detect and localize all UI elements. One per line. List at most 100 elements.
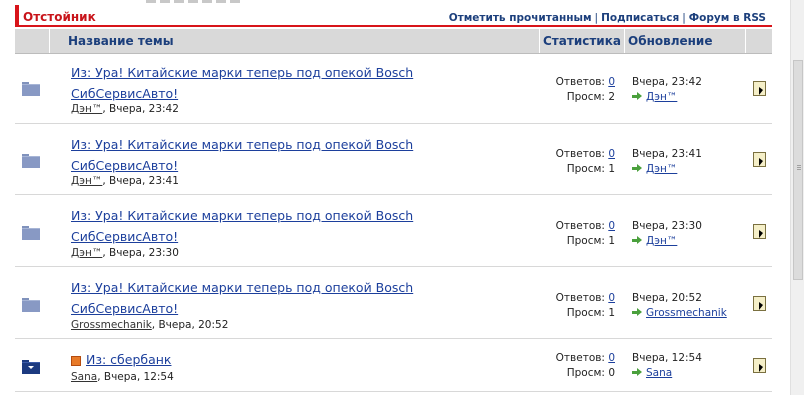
vertical-scrollbar[interactable] (790, 0, 804, 395)
topic-row: Из: Ура! Китайские марки теперь под опек… (15, 267, 772, 339)
topic-title-line: Из: Ура! Китайские марки теперь под опек… (71, 137, 414, 152)
replies-label: Ответов: (555, 220, 605, 232)
top-strip-dash (188, 0, 198, 3)
last-update-time: Вчера, 23:41 (632, 148, 702, 160)
replies-count-link[interactable]: 0 (608, 76, 615, 88)
last-post-author-link[interactable]: Дэн™ (646, 163, 677, 175)
topic-date: , Вчера, 23:41 (102, 175, 179, 187)
topic-meta: Sana, Вчера, 12:54 (71, 371, 174, 383)
header-links: Отметить прочитанным | Подписаться | Форум в… (449, 12, 766, 24)
topic-title-line: Из: Ура! Китайские марки теперь под опек… (71, 280, 414, 295)
topic-title-line: СибСервисАвто! (71, 86, 179, 101)
topic-title-link[interactable]: Из: сбербанк (71, 349, 451, 370)
last-update: Вчера, 23:42 Дэн™ (632, 75, 702, 105)
last-update: Вчера, 23:30 Дэн™ (632, 219, 702, 249)
link-separator: | (594, 12, 599, 24)
column-topic-label: Название темы (68, 34, 174, 48)
topic-title-line: Из: Ура! Китайские марки теперь под опек… (71, 65, 414, 80)
topic-author-link[interactable]: Дэн™ (71, 103, 102, 115)
topic-title-link[interactable]: Из: Ура! Китайские марки теперь под опек… (71, 277, 451, 319)
topic-stats: Ответов: 0 Просм: 0 (556, 351, 615, 381)
folder-icon (22, 226, 40, 240)
topic-preview-icon[interactable] (753, 296, 766, 311)
folder-new-icon (22, 360, 40, 374)
replies-label: Ответов: (555, 292, 605, 304)
topic-title-line: Из: Ура! Китайские марки теперь под опек… (71, 208, 414, 223)
last-post-author-link[interactable]: Дэн™ (646, 235, 677, 247)
views-label: Просм: (566, 91, 605, 103)
folder-icon (22, 82, 40, 96)
replies-label: Ответов: (555, 148, 605, 160)
views-count: 1 (608, 235, 615, 247)
topic-preview-icon[interactable] (753, 224, 766, 239)
topic-stats: Ответов: 0 Просм: 1 (556, 219, 615, 249)
views-count: 0 (608, 367, 615, 379)
top-strip-dash (174, 0, 184, 3)
go-to-last-post-icon[interactable] (632, 308, 642, 317)
views-label: Просм: (566, 307, 605, 319)
scrollbar-thumb[interactable] (793, 60, 803, 280)
go-to-last-post-icon[interactable] (632, 164, 642, 173)
column-update-label: Обновление (628, 34, 713, 48)
column-header-stats: Статистика (539, 29, 624, 53)
last-post-author-link[interactable]: Дэн™ (646, 91, 677, 103)
replies-label: Ответов: (555, 76, 605, 88)
column-header-preview (745, 29, 773, 53)
last-post-author-link[interactable]: Grossmechanik (646, 307, 727, 319)
topic-author-link[interactable]: Sana (71, 371, 97, 383)
forum-header: Отстойник Отметить прочитанным | Подписать… (0, 5, 790, 27)
go-to-last-post-icon[interactable] (632, 236, 642, 245)
views-label: Просм: (566, 367, 605, 379)
replies-count-link[interactable]: 0 (608, 292, 615, 304)
replies-count-link[interactable]: 0 (608, 148, 615, 160)
topic-title-line: СибСервисАвто! (71, 158, 179, 173)
hot-topic-icon (71, 355, 81, 366)
subscribe-link[interactable]: Подписаться (601, 12, 679, 24)
topic-title-link[interactable]: Из: Ура! Китайские марки теперь под опек… (71, 134, 451, 176)
last-update: Вчера, 20:52 Grossmechanik (632, 291, 727, 321)
folder-icon (22, 298, 40, 312)
replies-label: Ответов: (555, 352, 605, 364)
topic-row: Из: Ура! Китайские марки теперь под опек… (15, 54, 772, 124)
forum-title: Отстойник (23, 10, 96, 24)
replies-count-link[interactable]: 0 (608, 220, 615, 232)
topic-date: , Вчера, 12:54 (97, 371, 174, 383)
top-strip-dash (146, 0, 156, 3)
last-update-time: Вчера, 23:42 (632, 76, 702, 88)
column-header-row: Название темы Статистика Обновление (15, 29, 772, 54)
topic-title-link[interactable]: Из: Ура! Китайские марки теперь под опек… (71, 205, 451, 247)
views-count: 1 (608, 163, 615, 175)
rss-link[interactable]: Форум в RSS (689, 12, 766, 24)
topic-preview-icon[interactable] (753, 358, 766, 373)
replies-count-link[interactable]: 0 (608, 352, 615, 364)
scrollbar-grip (797, 169, 801, 170)
topic-author-link[interactable]: Дэн™ (71, 175, 102, 187)
topic-date: , Вчера, 23:42 (102, 103, 179, 115)
scrollbar-grip (797, 165, 801, 166)
top-strip-dash (230, 0, 240, 3)
go-to-last-post-icon[interactable] (632, 92, 642, 101)
topic-author-link[interactable]: Дэн™ (71, 247, 102, 259)
header-rule (15, 25, 772, 27)
mark-read-link[interactable]: Отметить прочитанным (449, 12, 592, 24)
topic-author-link[interactable]: Grossmechanik (71, 319, 152, 331)
column-header-update: Обновление (624, 29, 745, 53)
last-update-time: Вчера, 23:30 (632, 220, 702, 232)
go-to-last-post-icon[interactable] (632, 368, 642, 377)
topic-meta: Дэн™, Вчера, 23:42 (71, 103, 179, 115)
topic-date: , Вчера, 23:30 (102, 247, 179, 259)
folder-icon (22, 154, 40, 168)
topic-title-line: Из: сбербанк (86, 352, 172, 367)
topic-row: Из: Ура! Китайские марки теперь под опек… (15, 124, 772, 195)
topic-title-link[interactable]: Из: Ура! Китайские марки теперь под опек… (71, 62, 451, 104)
topic-preview-icon[interactable] (753, 81, 766, 96)
topic-stats: Ответов: 0 Просм: 1 (556, 291, 615, 321)
topic-row: Из: сбербанк Sana, Вчера, 12:54 Ответов:… (15, 339, 772, 392)
last-post-author-link[interactable]: Sana (646, 367, 672, 379)
last-update-time: Вчера, 12:54 (632, 352, 702, 364)
views-label: Просм: (566, 163, 605, 175)
topic-preview-icon[interactable] (753, 152, 766, 167)
top-strip (0, 0, 790, 4)
topic-row: Из: Ура! Китайские марки теперь под опек… (15, 195, 772, 267)
views-count: 2 (608, 91, 615, 103)
